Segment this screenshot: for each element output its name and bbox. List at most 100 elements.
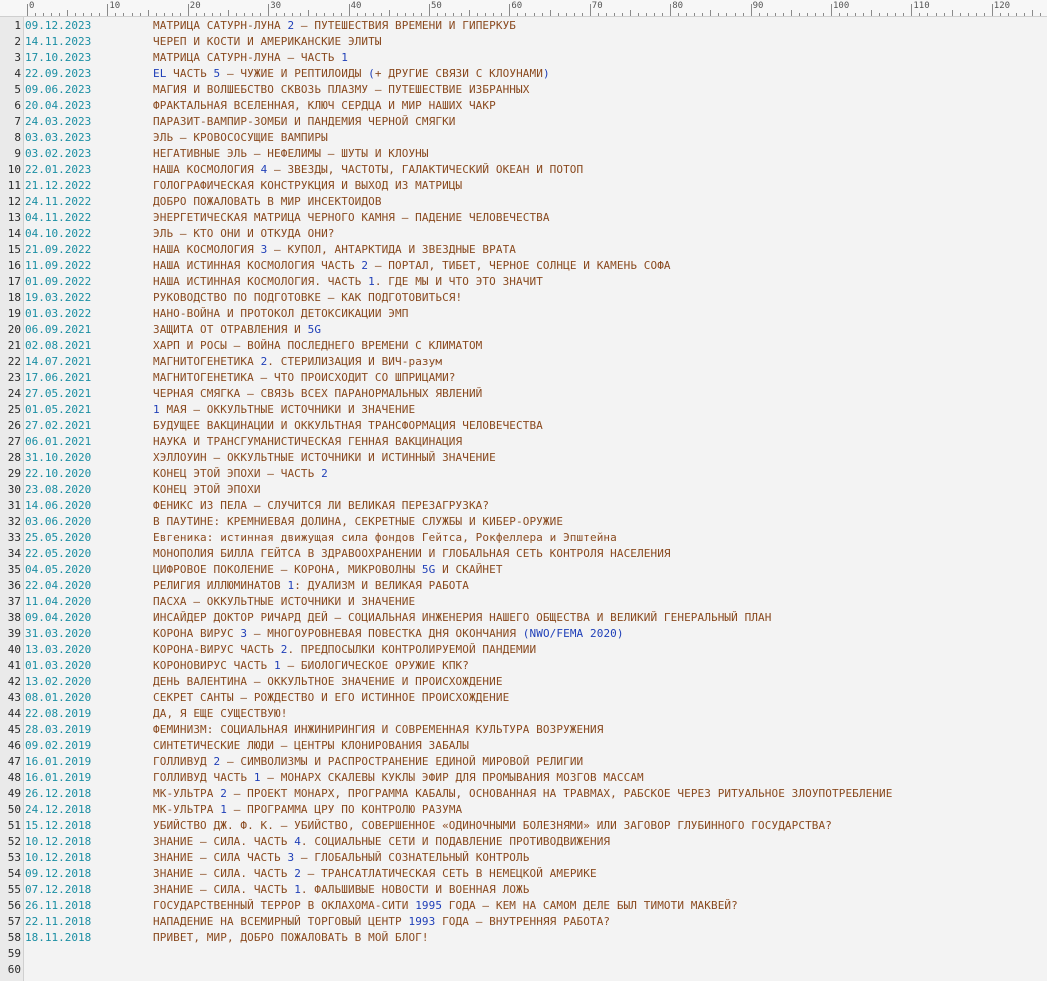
text-line[interactable]: 18 19.03.2022 РУКОВОДСТВО ПО ПОДГОТОВКЕ – … — [0, 290, 1047, 306]
text-line[interactable]: 40 13.03.2020 КОРОНА-ВИРУС ЧАСТЬ 2. ПРЕДПО… — [0, 642, 1047, 658]
ruler-tick — [678, 13, 680, 16]
text-line[interactable]: 38 09.04.2020 ИНСАЙДЕР ДОКТОР РИЧАРД ДЕЙ –… — [0, 610, 1047, 626]
ruler-tick — [943, 13, 945, 16]
text-line[interactable]: 51 15.12.2018 УБИЙСТВО ДЖ. Ф. К. – УБИЙСТВ… — [0, 818, 1047, 834]
text-line[interactable]: 16 11.09.2022 НАША ИСТИННАЯ КОСМОЛОГИЯ ЧАС… — [0, 258, 1047, 274]
text-line[interactable]: 2 14.11.2023 ЧЕРЕП И КОСТИ И АМЕРИКАНСКИЕ … — [0, 34, 1047, 50]
text-line[interactable]: 24 27.05.2021 ЧЕРНАЯ СМЯГКА – СВЯЗЬ ВСЕХ П… — [0, 386, 1047, 402]
text-line[interactable]: 22 14.07.2021 МАГНИТОГЕНЕТИКА 2. СТЕРИЛИЗА… — [0, 354, 1047, 370]
post-title: ГОЛЛИВУД 2 – СИМВОЛИЗМЫ И РАСПРОСТРАНЕНИ… — [153, 755, 584, 768]
text-line[interactable]: 7 24.03.2023 ПАРАЗИТ-ВАМПИР-ЗОМБИ И ПАНДЕМ… — [0, 114, 1047, 130]
ruler-tick — [525, 13, 527, 16]
text-line[interactable]: 49 26.12.2018 МК-УЛЬТРА 2 – ПРОЕКТ МОНАРХ,… — [0, 786, 1047, 802]
post-title: ЭНЕРГЕТИЧЕСКАЯ МАТРИЦА ЧЕРНОГО КАМНЯ – П… — [153, 211, 550, 224]
text-line[interactable]: 32 03.06.2020 В ПАУТИНЕ: КРЕМНИЕВАЯ ДОЛИНА… — [0, 514, 1047, 530]
text-line[interactable]: 29 22.10.2020 КОНЕЦ ЭТОЙ ЭПОХИ – ЧАСТЬ 2 — [0, 466, 1047, 482]
text-line[interactable]: 31 14.06.2020 ФЕНИКС ИЗ ПЕЛА – СЛУЧИТСЯ ЛИ… — [0, 498, 1047, 514]
text-line[interactable]: 10 22.01.2023 НАША КОСМОЛОГИЯ 4 – ЗВЕЗДЫ, … — [0, 162, 1047, 178]
text-line[interactable]: 48 16.01.2019 ГОЛЛИВУД ЧАСТЬ 1 – МОНАРХ СК… — [0, 770, 1047, 786]
text-line[interactable]: 52 10.12.2018 ЗНАНИЕ – СИЛА. ЧАСТЬ 4. СОЦИ… — [0, 834, 1047, 850]
text-line[interactable]: 36 22.04.2020 РЕЛИГИЯ ИЛЛЮМИНАТОВ 1: ДУАЛИ… — [0, 578, 1047, 594]
text-line[interactable]: 15 21.09.2022 НАША КОСМОЛОГИЯ 3 – КУПОЛ, А… — [0, 242, 1047, 258]
ruler-tick — [630, 10, 631, 16]
text-line[interactable]: 9 03.02.2023 НЕГАТИВНЫЕ ЭЛЬ – НЕФЕЛИМЫ – Ш… — [0, 146, 1047, 162]
text-line[interactable]: 33 25.05.2020 Евгеника: истинная движущая … — [0, 530, 1047, 546]
ruler-tick — [437, 13, 439, 16]
text-line[interactable]: 47 16.01.2019 ГОЛЛИВУД 2 – СИМВОЛИЗМЫ И РА… — [0, 754, 1047, 770]
text-line[interactable]: 6 20.04.2023 ФРАКТАЛЬНАЯ ВСЕЛЕННАЯ, КЛЮЧ С… — [0, 98, 1047, 114]
text-line[interactable]: 54 09.12.2018 ЗНАНИЕ – СИЛА. ЧАСТЬ 2 – ТРА… — [0, 866, 1047, 882]
ruler-tick — [187, 4, 189, 16]
post-title: КОРОНОВИРУС ЧАСТЬ 1 – БИОЛОГИЧЕСКОЕ ОРУЖ… — [153, 659, 469, 672]
ruler-tick — [662, 13, 664, 16]
text-line[interactable]: 20 06.09.2021 ЗАЩИТА ОТ ОТРАВЛЕНИЯ И 5G — [0, 322, 1047, 338]
post-date: 22.05.2020 — [25, 547, 92, 560]
text-line[interactable]: 26 27.02.2021 БУДУЩЕЕ ВАКЦИНАЦИИ И ОККУЛЬТ… — [0, 418, 1047, 434]
ruler-tick — [654, 13, 656, 16]
text-line[interactable]: 21 02.08.2021 ХАРП И РОСЫ – ВОЙНА ПОСЛЕДНЕ… — [0, 338, 1047, 354]
text-line[interactable]: 27 06.01.2021 НАУКА И ТРАНСГУМАНИСТИЧЕСКАЯ… — [0, 434, 1047, 450]
text-line[interactable]: 44 22.08.2019 ДА, Я ЕЩЕ СУЩЕСТВУЮ! — [0, 706, 1047, 722]
text-line[interactable]: 37 11.04.2020 ПАСХА – ОККУЛЬТНЫЕ ИСТОЧНИКИ… — [0, 594, 1047, 610]
line-number: 32 — [7, 515, 21, 528]
line-number: 33 — [7, 531, 21, 544]
post-title: МАТРИЦА САТУРН-ЛУНА – ЧАСТЬ 1 — [153, 51, 348, 64]
post-date: 10.12.2018 — [25, 851, 92, 864]
post-title: МАГНИТОГЕНЕТИКА 2. СТЕРИЛИЗАЦИЯ И ВИЧ-ра… — [153, 355, 443, 368]
text-line[interactable]: 45 28.03.2019 ФЕМИНИЗМ: СОЦИАЛЬНАЯ ИНЖИНИР… — [0, 722, 1047, 738]
text-line[interactable]: 3 17.10.2023 МАТРИЦА САТУРН-ЛУНА – ЧАСТЬ 1 — [0, 50, 1047, 66]
text-line[interactable]: 56 26.11.2018 ГОСУДАРСТВЕННЫЙ ТЕРРОР В ОКЛ… — [0, 898, 1047, 914]
text-line[interactable]: 30 23.08.2020 КОНЕЦ ЭТОЙ ЭПОХИ — [0, 482, 1047, 498]
text-line[interactable]: 14 04.10.2022 ЭЛЬ – КТО ОНИ И ОТКУДА ОНИ? — [0, 226, 1047, 242]
text-line[interactable]: 57 22.11.2018 НАПАДЕНИЕ НА ВСЕМИРНЫЙ ТОРГО… — [0, 914, 1047, 930]
ruler-label: 40 — [350, 1, 362, 11]
text-line[interactable]: 60 — [0, 962, 1047, 978]
post-date: 06.09.2021 — [25, 323, 92, 336]
text-line[interactable]: 59 — [0, 946, 1047, 962]
text-line[interactable]: 11 21.12.2022 ГОЛОГРАФИЧЕСКАЯ КОНСТРУКЦИЯ … — [0, 178, 1047, 194]
text-line[interactable]: 43 08.01.2020 СЕКРЕТ САНТЫ – РОЖДЕСТВО И Е… — [0, 690, 1047, 706]
post-title: ИНСАЙДЕР ДОКТОР РИЧАРД ДЕЙ – СОЦИАЛЬНАЯ … — [153, 611, 772, 624]
line-number: 16 — [7, 259, 21, 272]
text-line[interactable]: 8 03.03.2023 ЭЛЬ – КРОВОСОСУЩИЕ ВАМПИРЫ — [0, 130, 1047, 146]
text-line[interactable]: 12 24.11.2022 ДОБРО ПОЖАЛОВАТЬ В МИР ИНСЕК… — [0, 194, 1047, 210]
ruler-tick — [718, 13, 720, 16]
line-number: 42 — [7, 675, 21, 688]
text-line[interactable]: 23 17.06.2021 МАГНИТОГЕНЕТИКА – ЧТО ПРОИСХ… — [0, 370, 1047, 386]
ruler-tick — [806, 13, 808, 16]
text-line[interactable]: 19 01.03.2022 НАНО-ВОЙНА И ПРОТОКОЛ ДЕТОКС… — [0, 306, 1047, 322]
ruler-tick — [155, 13, 157, 16]
editor-text-area[interactable]: 1 09.12.2023 МАТРИЦА САТУРН-ЛУНА 2 – ПУТЕШ… — [0, 18, 1047, 978]
post-date: 11.09.2022 — [25, 259, 92, 272]
text-line[interactable]: 28 31.10.2020 ХЭЛЛОУИН – ОККУЛЬТНЫЕ ИСТОЧН… — [0, 450, 1047, 466]
text-line[interactable]: 46 09.02.2019 СИНТЕТИЧЕСКИЕ ЛЮДИ – ЦЕНТРЫ … — [0, 738, 1047, 754]
ruler-tick — [597, 13, 599, 16]
ruler-tick — [831, 4, 832, 16]
ruler-tick — [983, 13, 985, 16]
text-line[interactable]: 35 04.05.2020 ЦИФРОВОЕ ПОКОЛЕНИЕ – КОРОНА,… — [0, 562, 1047, 578]
post-date: 31.10.2020 — [25, 451, 92, 464]
text-line[interactable]: 42 13.02.2020 ДЕНЬ ВАЛЕНТИНА – ОККУЛЬТНОЕ … — [0, 674, 1047, 690]
ruler-label: 110 — [913, 1, 930, 11]
ruler-tick — [991, 4, 993, 16]
text-line[interactable]: 5 09.06.2023 МАГИЯ И ВОЛШЕБСТВО СКВОЗЬ ПЛА… — [0, 82, 1047, 98]
text-line[interactable]: 17 01.09.2022 НАША ИСТИННАЯ КОСМОЛОГИЯ. ЧА… — [0, 274, 1047, 290]
text-line[interactable]: 25 01.05.2021 1 МАЯ – ОККУЛЬТНЫЕ ИСТОЧНИКИ… — [0, 402, 1047, 418]
text-line[interactable]: 53 10.12.2018 ЗНАНИЕ – СИЛА ЧАСТЬ 3 – ГЛОБ… — [0, 850, 1047, 866]
post-title: РУКОВОДСТВО ПО ПОДГОТОВКЕ – КАК ПОДГОТОВ… — [153, 291, 463, 304]
post-date: 19.03.2022 — [25, 291, 92, 304]
text-line[interactable]: 41 01.03.2020 КОРОНОВИРУС ЧАСТЬ 1 – БИОЛОГ… — [0, 658, 1047, 674]
text-line[interactable]: 1 09.12.2023 МАТРИЦА САТУРН-ЛУНА 2 – ПУТЕШ… — [0, 18, 1047, 34]
ruler-label: 10 — [109, 1, 121, 11]
text-line[interactable]: 4 22.09.2023 EL ЧАСТЬ 5 – ЧУЖИЕ И РЕПТИЛОИ… — [0, 66, 1047, 82]
ruler-tick — [822, 13, 824, 16]
text-line[interactable]: 13 04.11.2022 ЭНЕРГЕТИЧЕСКАЯ МАТРИЦА ЧЕРНО… — [0, 210, 1047, 226]
text-line[interactable]: 50 24.12.2018 МК-УЛЬТРА 1 – ПРОГРАММА ЦРУ … — [0, 802, 1047, 818]
text-line[interactable]: 55 07.12.2018 ЗНАНИЕ – СИЛА. ЧАСТЬ 1. ФАЛЬ… — [0, 882, 1047, 898]
text-line[interactable]: 58 18.11.2018 ПРИВЕТ, МИР, ДОБРО ПОЖАЛОВАТ… — [0, 930, 1047, 946]
ruler-tick — [670, 4, 672, 16]
post-date: 03.02.2023 — [25, 147, 92, 160]
text-line[interactable]: 39 31.03.2020 КОРОНА ВИРУС 3 – МНОГОУРОВНЕ… — [0, 626, 1047, 642]
text-line[interactable]: 34 22.05.2020 МОНОПОЛИЯ БИЛЛА ГЕЙТСА В ЗДР… — [0, 546, 1047, 562]
post-title: ЭЛЬ – КТО ОНИ И ОТКУДА ОНИ? — [153, 227, 335, 240]
